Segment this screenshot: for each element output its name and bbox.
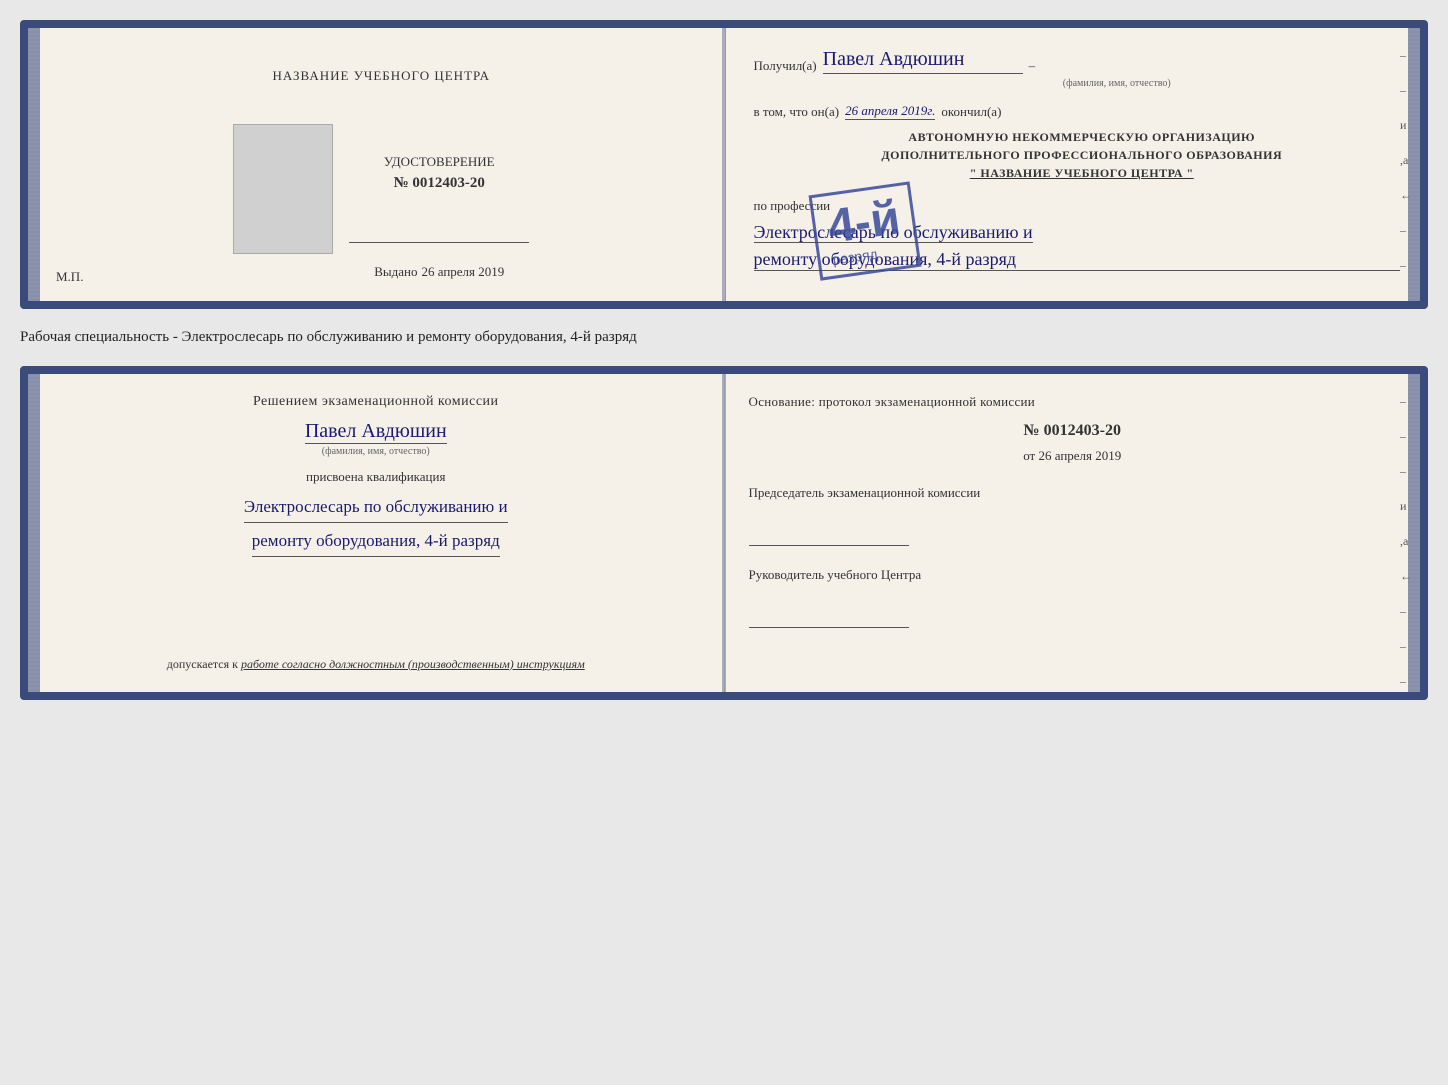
po-professii: по профессии: [754, 198, 1401, 214]
bottom-document: Решением экзаменационной комиссии Павел …: [20, 366, 1428, 700]
qual-line1: Электрослесарь по обслуживанию и: [244, 493, 508, 523]
director-title: Руководитель учебного Центра: [749, 566, 1397, 584]
mp-label: М.П.: [56, 269, 83, 285]
qual-line2: ремонту оборудования, 4-й разряд: [252, 527, 500, 557]
commission-title: Решением экзаменационной комиссии: [253, 394, 499, 410]
spine-right-bottom: [1408, 374, 1420, 692]
protocol-number: № 0012403-20: [749, 422, 1397, 440]
okончил-text: окончил(а): [941, 104, 1001, 120]
bottom-doc-left: Решением экзаменационной комиссии Павел …: [28, 374, 725, 692]
допускается-block: допускается к работе согласно должностны…: [167, 657, 585, 672]
photo-placeholder: [233, 124, 333, 254]
org-line1: АВТОНОМНУЮ НЕКОММЕРЧЕСКУЮ ОРГАНИЗАЦИЮ: [764, 128, 1401, 146]
chairman-sign-line: [749, 522, 909, 546]
org-line2: ДОПОЛНИТЕЛЬНОГО ПРОФЕССИОНАЛЬНОГО ОБРАЗО…: [764, 146, 1401, 164]
specialty-label: Рабочая специальность - Электрослесарь п…: [20, 325, 1428, 350]
osnovaniye: Основание: протокол экзаменационной коми…: [749, 394, 1397, 410]
ot-line: от 26 апреля 2019: [749, 448, 1397, 464]
cert-number-section: УДОСТОВЕРЕНИЕ № 0012403-20: [384, 154, 495, 192]
chairman-title: Председатель экзаменационной комиссии: [749, 484, 1397, 502]
center-title: НАЗВАНИЕ УЧЕБНОГО ЦЕНТРА: [273, 68, 490, 84]
director-sign-line: [749, 604, 909, 628]
issued-label: Выдано: [374, 264, 417, 279]
issued-date: 26 апреля 2019: [421, 264, 504, 279]
chairman-section: Председатель экзаменационной комиссии: [749, 484, 1397, 546]
org-block: АВТОНОМНУЮ НЕКОММЕРЧЕСКУЮ ОРГАНИЗАЦИЮ ДО…: [754, 128, 1401, 182]
fio-label-top: (фамилия, имя, отчество): [754, 78, 1401, 89]
profession-line1: Электрослесарь по обслуживанию и: [754, 222, 1033, 243]
top-document: НАЗВАНИЕ УЧЕБНОГО ЦЕНТРА УДОСТОВЕРЕНИЕ №…: [20, 20, 1428, 309]
prisvoena: присвоена квалификация: [306, 469, 445, 485]
profession-section: по профессии Электрослесарь по обслужива…: [754, 198, 1401, 271]
top-doc-right: Получил(а) Павел Авдюшин – (фамилия, имя…: [726, 28, 1421, 301]
top-doc-left: НАЗВАНИЕ УЧЕБНОГО ЦЕНТРА УДОСТОВЕРЕНИЕ №…: [28, 28, 726, 301]
page-container: НАЗВАНИЕ УЧЕБНОГО ЦЕНТРА УДОСТОВЕРЕНИЕ №…: [20, 20, 1428, 700]
cert-number: № 0012403-20: [394, 175, 485, 191]
profession-line2: ремонту оборудования, 4-й разряд: [754, 249, 1401, 271]
recipient-line: Получил(а) Павел Авдюшин –: [754, 48, 1401, 74]
recipient-dash: –: [1029, 58, 1036, 74]
person-name-bottom: Павел Авдюшин: [305, 420, 447, 444]
issued-section: Выдано 26 апреля 2019: [374, 263, 504, 281]
vtom-date: 26 апреля 2019г.: [845, 103, 935, 120]
допускается-text: работе согласно должностным (производств…: [241, 657, 585, 671]
vtom-line: в том, что он(а) 26 апреля 2019г. окончи…: [754, 103, 1401, 120]
org-line3: " НАЗВАНИЕ УЧЕБНОГО ЦЕНТРА ": [764, 164, 1401, 182]
vtom-prefix: в том, что он(а): [754, 104, 840, 120]
director-section: Руководитель учебного Центра: [749, 566, 1397, 628]
cert-label: УДОСТОВЕРЕНИЕ: [384, 154, 495, 170]
допускается-prefix: допускается к: [167, 657, 238, 671]
recipient-name: Павел Авдюшин: [823, 48, 1023, 74]
spine-right: [1408, 28, 1420, 301]
recipient-prefix: Получил(а): [754, 58, 817, 74]
bottom-doc-right: Основание: протокол экзаменационной коми…: [725, 374, 1421, 692]
fio-label-bottom: (фамилия, имя, отчество): [322, 446, 430, 457]
